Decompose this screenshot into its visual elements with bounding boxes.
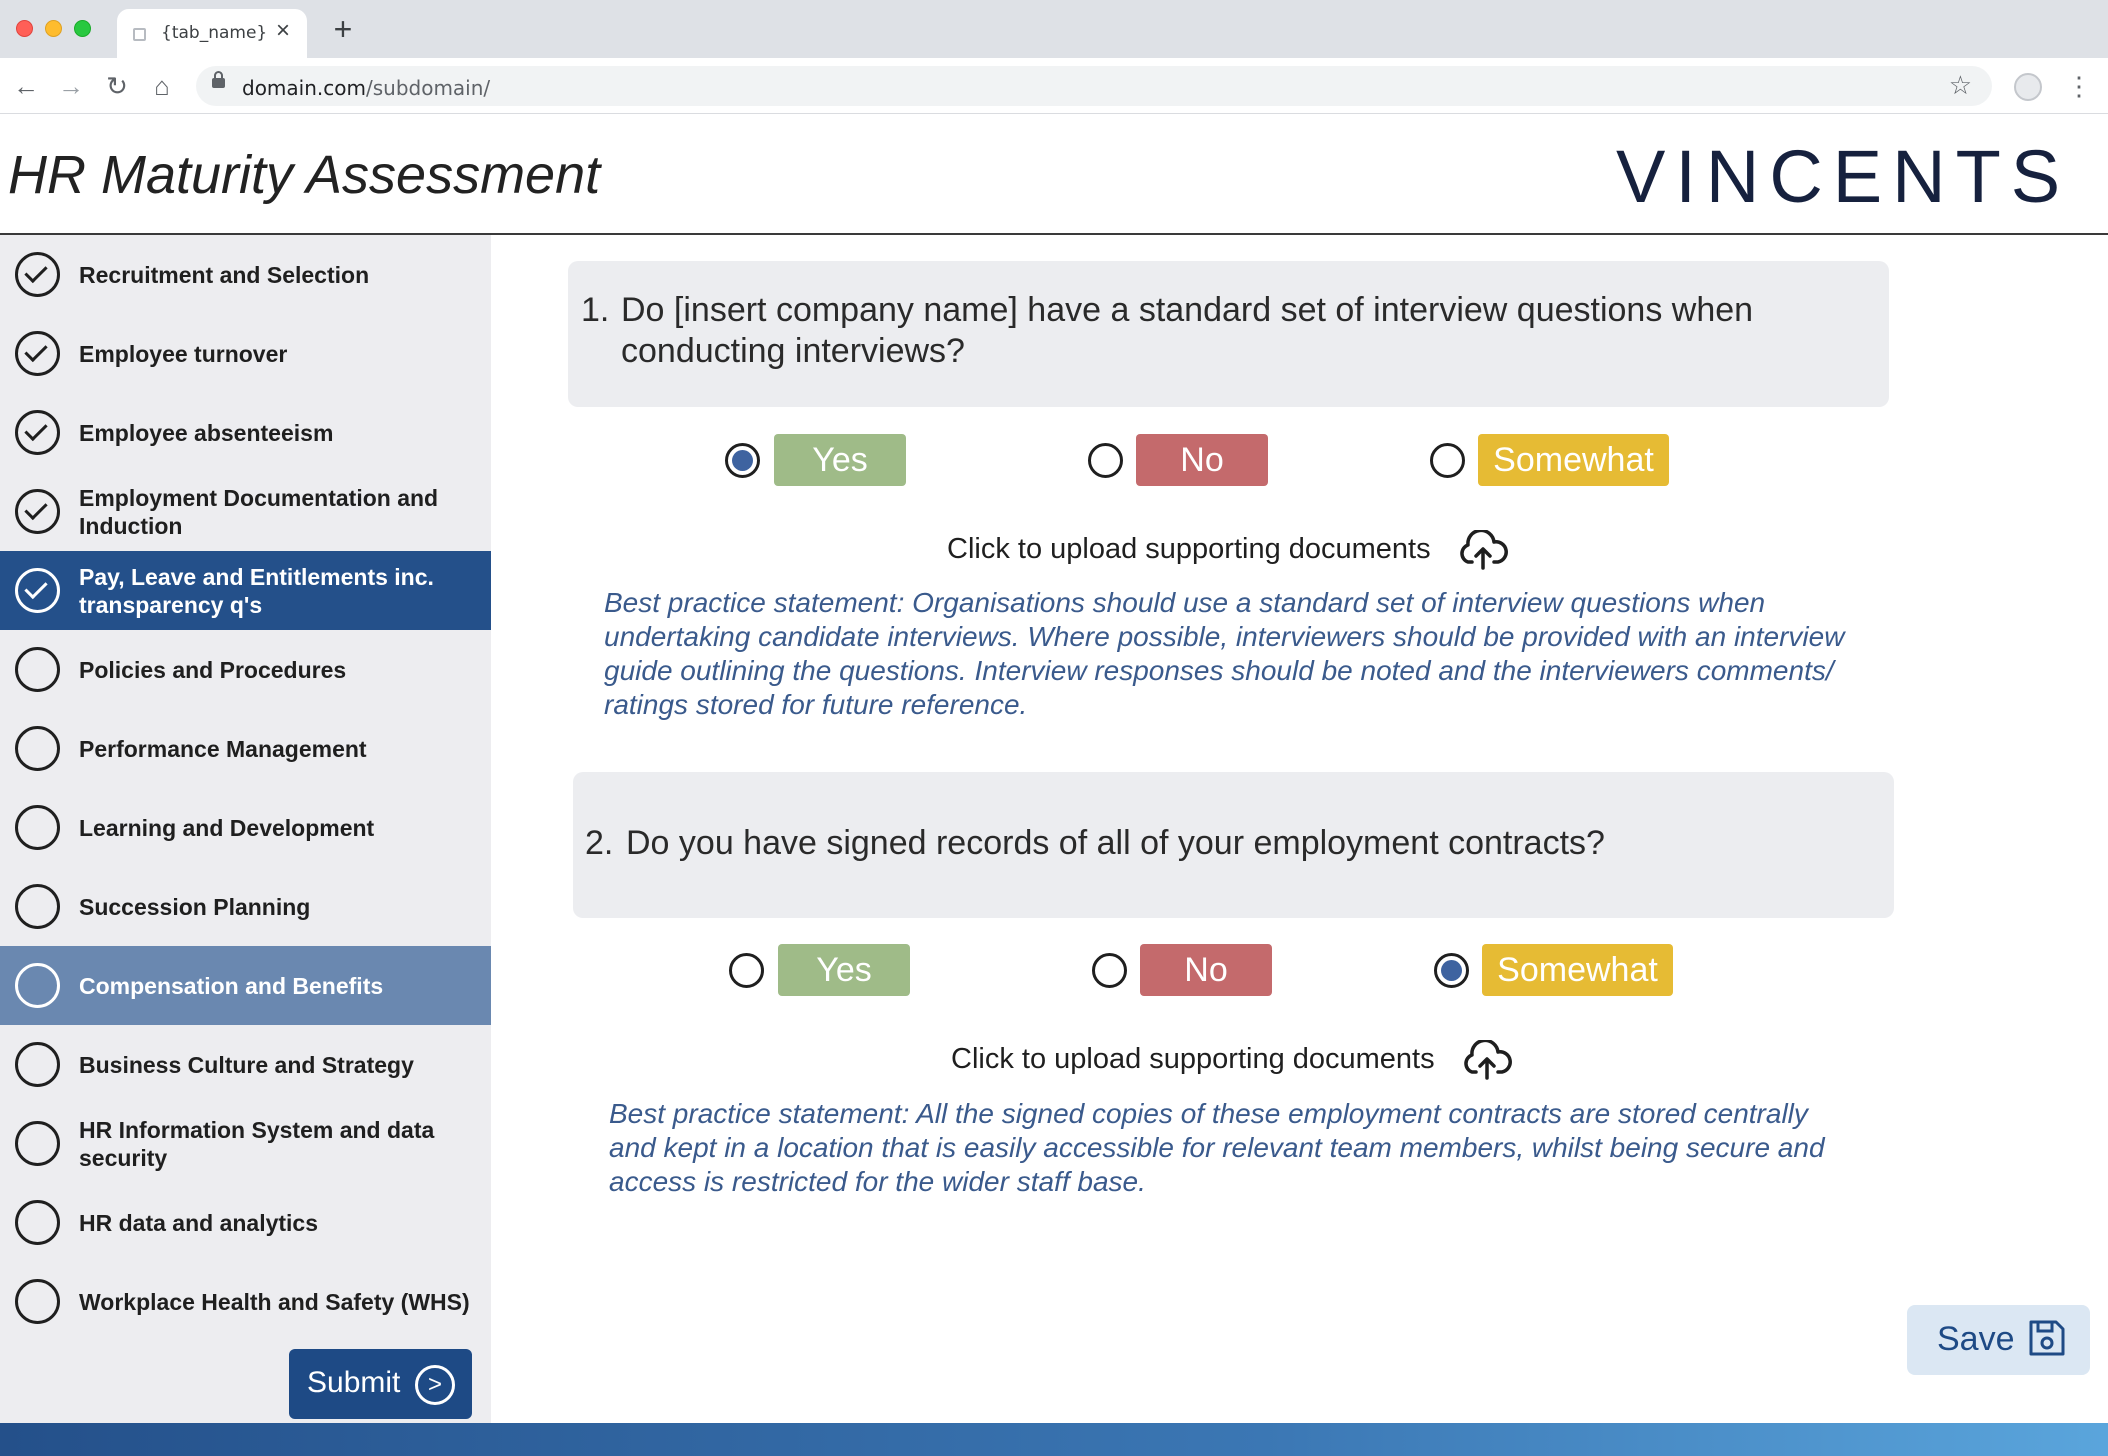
sidebar-item-label: Succession Planning [79,893,311,920]
sidebar-item-label: HR data and analytics [79,1209,319,1236]
question-card: 2. Do you have signed records of all of … [573,772,1894,918]
best-practice-statement: Best practice statement: Organisations s… [604,587,1845,720]
question-text: Do [insert company name] have a standard… [621,291,1754,370]
sidebar-item[interactable]: Employment Documentation and Induction [0,472,491,551]
save-label: Save [1937,1320,2015,1358]
page-title: HR Maturity Assessment [8,145,601,205]
empty-circle-icon [15,1200,60,1245]
floppy-disk-icon [2029,1320,2065,1356]
question-card: 1. Do [insert company name] have a stand… [568,261,1889,407]
sidebar-item[interactable]: Succession Planning [0,867,491,946]
bookmark-star-icon[interactable]: ☆ [1949,70,1972,101]
app-header: HR Maturity Assessment VINCENTS [0,114,2108,235]
radio-yes[interactable] [725,443,760,478]
brand-logo: VINCENTS [1616,135,2071,218]
sidebar-item-label: Workplace Health and Safety (WHS) [79,1288,470,1315]
profile-avatar-icon[interactable] [2014,73,2042,101]
page-icon [133,28,146,41]
sidebar-item[interactable]: Compensation and Benefits [0,946,491,1025]
option-no[interactable]: No [1136,434,1268,486]
sidebar-item[interactable]: Pay, Leave and Entitlements inc. transpa… [0,551,491,630]
save-button[interactable]: Save [1907,1305,2090,1375]
sidebar-item-label: Recruitment and Selection [79,261,370,288]
sidebar-item-label: Policies and Procedures [79,656,347,683]
sidebar-item[interactable]: Employee absenteeism [0,393,491,472]
sidebar-item-label: HR Information System and data security [79,1116,435,1171]
reload-icon[interactable]: ↻ [101,70,133,102]
check-circle-icon [15,568,60,613]
sidebar-item[interactable]: Business Culture and Strategy [0,1025,491,1104]
cloud-upload-icon[interactable] [1462,1040,1512,1080]
sidebar-item[interactable]: Employee turnover [0,314,491,393]
address-bar[interactable]: domain.com/subdomain/ ☆ [196,66,1992,106]
sidebar-item[interactable]: HR Information System and data security [0,1104,491,1183]
sidebar-item[interactable]: Performance Management [0,709,491,788]
back-arrow-icon[interactable]: ← [10,70,42,102]
question-text: Do you have signed records of all of you… [626,824,1605,862]
cloud-upload-icon[interactable] [1458,530,1508,570]
empty-circle-icon [15,963,60,1008]
sidebar-item[interactable]: Workplace Health and Safety (WHS) [0,1262,491,1341]
submit-label: Submit [307,1366,401,1399]
sidebar-item-label: Learning and Development [79,814,375,841]
option-somewhat[interactable]: Somewhat [1478,434,1669,486]
home-icon[interactable]: ⌂ [146,70,178,102]
option-yes[interactable]: Yes [774,434,906,486]
close-icon[interactable]: × [270,18,296,44]
sidebar-item[interactable]: Learning and Development [0,788,491,867]
empty-circle-icon [15,1279,60,1324]
radio-no[interactable] [1092,953,1127,988]
sidebar-item-label: Business Culture and Strategy [79,1051,414,1078]
upload-link[interactable]: Click to upload supporting documents [947,533,1431,566]
radio-no[interactable] [1088,443,1123,478]
new-tab-button[interactable]: + [328,13,358,45]
empty-circle-icon [15,805,60,850]
radio-somewhat[interactable] [1430,443,1465,478]
sidebar-item-label: Compensation and Benefits [79,972,384,999]
question-number: 1. [581,291,610,329]
check-circle-icon [15,489,60,534]
sidebar-item[interactable]: HR data and analytics [0,1183,491,1262]
question-number: 2. [585,824,614,862]
empty-circle-icon [15,1042,60,1087]
sidebar-item-label: Employment Documentation and Induction [79,484,439,539]
option-somewhat[interactable]: Somewhat [1482,944,1673,996]
sidebar-item[interactable]: Policies and Procedures [0,630,491,709]
empty-circle-icon [15,884,60,929]
lock-icon [212,71,225,88]
minimize-window-button[interactable] [45,20,62,37]
browser-tab[interactable]: {tab_name} × [117,9,307,58]
sidebar-item-label: Performance Management [79,735,367,762]
sidebar: Recruitment and Selection Employee turnov… [0,235,491,1423]
sidebar-item-label: Employee absenteeism [79,419,334,446]
empty-circle-icon [15,1121,60,1166]
submit-button[interactable]: Submit > [289,1349,472,1419]
empty-circle-icon [15,726,60,771]
best-practice-statement: Best practice statement: All the signed … [609,1098,1825,1197]
menu-kebab-icon[interactable]: ⋮ [2066,70,2092,102]
chevron-right-icon: > [415,1365,455,1405]
radio-yes[interactable] [729,953,764,988]
check-circle-icon [15,410,60,455]
sidebar-item-label: Employee turnover [79,340,288,367]
check-circle-icon [15,252,60,297]
check-circle-icon [15,331,60,376]
url-text[interactable]: domain.com/subdomain/ [242,76,490,100]
maximize-window-button[interactable] [74,20,91,37]
upload-link[interactable]: Click to upload supporting documents [951,1043,1435,1076]
footer-bar [0,1423,2108,1456]
radio-somewhat[interactable] [1434,953,1469,988]
sidebar-item[interactable]: Recruitment and Selection [0,235,491,314]
empty-circle-icon [15,647,60,692]
sidebar-item-label: Pay, Leave and Entitlements inc. transpa… [79,563,434,618]
browser-toolbar: ← → ↻ ⌂ domain.com/subdomain/ ☆ ⋮ [0,58,2108,114]
forward-arrow-icon[interactable]: → [55,70,87,102]
option-no[interactable]: No [1140,944,1272,996]
tab-title: {tab_name} [161,23,268,43]
close-window-button[interactable] [16,20,33,37]
option-yes[interactable]: Yes [778,944,910,996]
browser-tab-bar: {tab_name} × + [0,0,2108,58]
